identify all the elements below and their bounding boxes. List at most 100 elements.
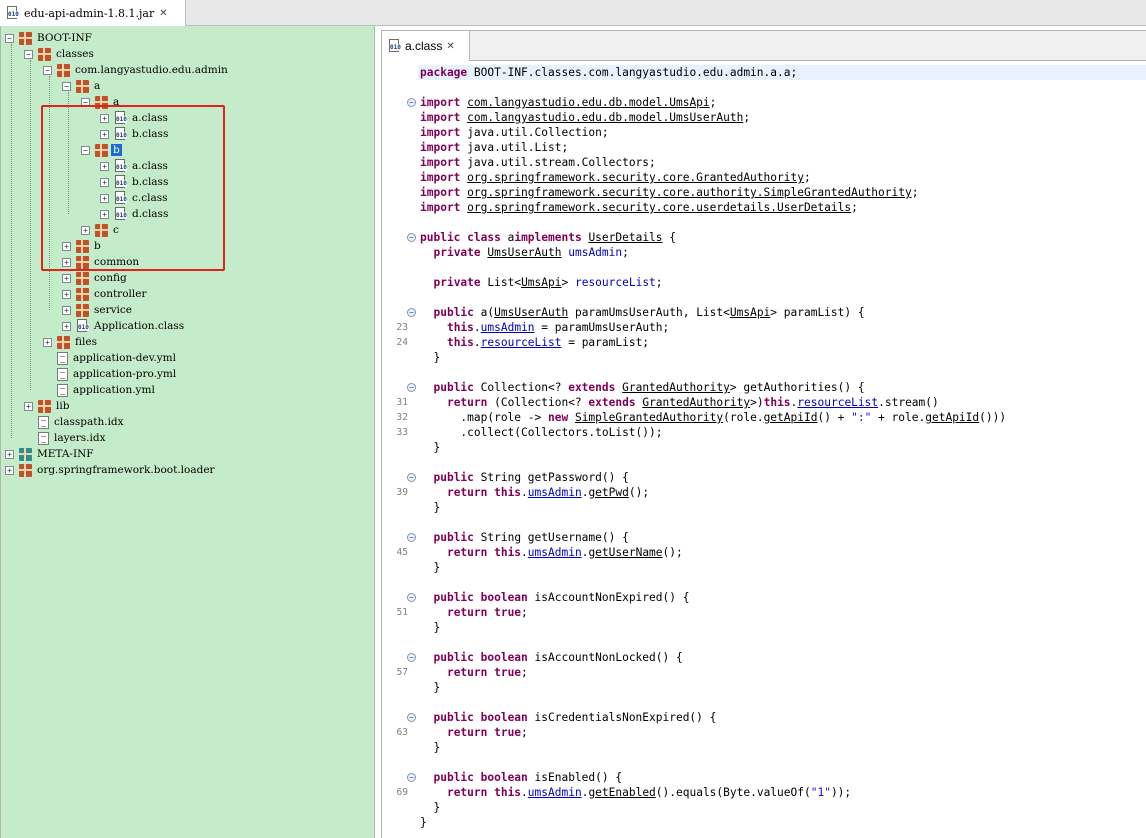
fold-toggle-icon[interactable]: − [407,593,416,602]
fold-toggle-icon[interactable]: − [407,773,416,782]
code-token: ; [743,111,751,124]
class-file-icon: 010 [76,319,89,333]
fold-toggle-icon[interactable]: − [407,533,416,542]
collapse-icon[interactable]: − [62,81,71,91]
tree-node[interactable]: application-dev.yml [43,350,178,366]
code-token: org.springframework.security.core.userde… [467,201,852,214]
tree-node[interactable]: − BOOT-INF [5,30,94,46]
expand-icon[interactable]: + [62,321,71,331]
tree-node[interactable]: − a [62,78,102,94]
fold-toggle-icon[interactable]: − [407,383,416,392]
collapse-icon[interactable]: − [24,49,33,59]
line-number-gutter: − − − 23 24 − 31 32 33 − 39 − 45 − 51 − 57 − 63 − 69 [382,62,418,838]
code-line: public boolean isCredentialsNonExpired()… [418,710,1146,725]
code-line: } [418,680,1146,695]
expand-icon[interactable]: + [5,465,14,475]
text-file-icon [38,415,49,429]
tree-node[interactable]: + config [62,270,129,286]
line-number: 33 [396,427,408,438]
line-number: 51 [396,607,408,618]
code-token: import [420,126,461,139]
fold-toggle-icon[interactable]: − [407,473,416,482]
code-token: this [446,336,474,349]
tree-node[interactable]: + META-INF [5,446,96,462]
code-line: } [418,620,1146,635]
tree-node[interactable]: + service [62,302,134,318]
fold-toggle-icon[interactable]: − [407,713,416,722]
fold-toggle-icon[interactable]: − [407,653,416,662]
tree-node[interactable]: +010 Application.class [62,318,186,334]
code-token: ; [521,726,528,739]
fold-toggle-icon[interactable]: − [407,308,416,317]
line-number: 45 [396,547,408,558]
collapse-icon[interactable]: − [5,33,14,43]
code-token: return [446,396,488,409]
tree-node[interactable]: + org.springframework.boot.loader [5,462,217,478]
collapse-icon[interactable]: − [43,65,52,75]
code-token: umsAdmin [527,546,582,559]
tree-node[interactable]: − com.langyastudio.edu.admin [43,62,230,78]
code-token: public boolean [433,651,528,664]
editor-tab-bar: 010 a.class ✕ [382,31,1146,61]
code-token: import [420,156,461,169]
jar-file-tab[interactable]: 010 edu-api-admin-1.8.1.jar ✕ [0,0,186,26]
code-line: import com.langyastudio.edu.db.model.Ums… [418,110,1146,125]
tree-node[interactable]: layers.idx [24,430,108,446]
code-line: import java.util.stream.Collectors; [418,155,1146,170]
editor-tab-a-class[interactable]: 010 a.class ✕ [382,31,470,61]
tree-node-label: application.yml [73,384,155,396]
close-icon[interactable]: ✕ [159,8,167,19]
fold-toggle-icon[interactable]: − [407,233,416,242]
code-token: return this [446,486,522,499]
expand-icon[interactable]: + [62,289,71,299]
tree-node[interactable]: + lib [24,398,71,414]
close-icon[interactable]: ✕ [446,41,454,52]
code-line: import java.util.List; [418,140,1146,155]
editor-tab-label: a.class [405,39,443,53]
tree-node[interactable]: + files [43,334,99,350]
code-token: import [420,141,461,154]
package-icon [76,271,89,285]
tree-node-label: a [94,80,101,92]
tree-node[interactable]: application-pro.yml [43,366,178,382]
code-line: } [418,500,1146,515]
expand-icon[interactable]: + [43,337,52,347]
code-text-area[interactable]: package BOOT-INF.classes.com.langyastudi… [418,62,1146,838]
code-token: ; [521,666,528,679]
fold-toggle-icon[interactable]: − [407,98,416,107]
code-line: } [418,350,1146,365]
code-token: } [420,816,427,829]
tree-node[interactable]: + controller [62,286,148,302]
line-number: 39 [396,487,408,498]
code-token: . [521,786,528,799]
tree-node[interactable]: application.yml [43,382,157,398]
expand-icon[interactable]: + [62,305,71,315]
tree-node[interactable]: − classes [24,46,96,62]
tree-node[interactable]: classpath.idx [24,414,126,430]
expand-icon[interactable]: + [24,401,33,411]
code-token: > [561,276,575,289]
code-line: .map(role -> new SimpleGrantedAuthority(… [418,410,1146,425]
code-token: > paramList) { [770,306,865,319]
expand-icon[interactable]: + [5,449,14,459]
code-token: . [473,321,481,334]
code-editor-panel: 010 a.class ✕ − − − 23 24 − 31 32 33 − 39 − 45 − 51 − 57… [381,30,1146,838]
jar-file-tab-label: edu-api-admin-1.8.1.jar [24,6,155,20]
code-token: Collection<? [473,381,569,394]
expand-icon[interactable]: + [62,273,71,283]
code-token: public [433,381,474,394]
line-number: 69 [396,787,408,798]
text-file-icon [38,431,49,445]
